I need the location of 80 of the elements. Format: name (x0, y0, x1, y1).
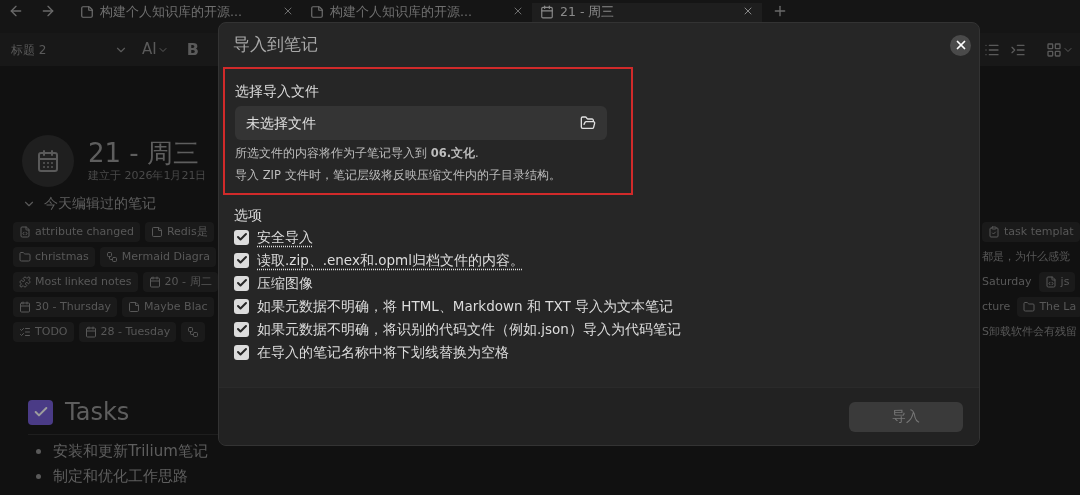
file-label: 选择导入文件 (235, 82, 320, 101)
checkbox[interactable] (234, 275, 249, 291)
note-icon (150, 226, 163, 238)
note-icon (80, 5, 94, 19)
help-text: 所选文件的内容将作为子笔记导入到 06.文化. (235, 145, 480, 162)
check-icon (235, 346, 248, 358)
note-chip[interactable]: Mermaid Diagra (99, 247, 216, 267)
tab[interactable]: 构建个人知识库的开源... (72, 3, 302, 33)
tasks-heading: Tasks (65, 397, 130, 428)
close-tab-icon[interactable] (742, 5, 754, 17)
option-label[interactable]: 如果元数据不明确，将识别的代码文件（例如.json）导入为代码笔记 (257, 318, 681, 340)
heading-dropdown[interactable]: 标题 2 (0, 40, 128, 59)
back-icon[interactable] (8, 3, 24, 19)
calendar-icon (84, 326, 97, 338)
note-chip[interactable]: christmas (13, 247, 95, 267)
diagram-icon (187, 326, 200, 338)
close-tab-icon[interactable] (512, 5, 524, 17)
checkbox[interactable] (234, 298, 249, 314)
folder-icon[interactable] (580, 115, 596, 131)
check-icon (235, 277, 248, 289)
new-tab-icon[interactable] (772, 3, 788, 19)
task-item: 制定和优化工作思路 (53, 466, 188, 488)
note-chip[interactable]: task templat (982, 222, 1080, 242)
checklist-icon (19, 326, 31, 338)
bold-button[interactable]: B (186, 37, 199, 62)
layout-icon[interactable] (1046, 41, 1062, 58)
calendar-icon (540, 5, 554, 19)
file-field[interactable]: 未选择文件 (235, 106, 607, 140)
ai-dropdown[interactable]: AI (142, 38, 169, 61)
note-chip[interactable]: 都是，为什么感觉 (982, 247, 1070, 267)
option-label[interactable]: 压缩图像 (257, 272, 313, 294)
forward-icon[interactable] (40, 3, 56, 19)
check-icon (235, 300, 248, 312)
puzzle-icon (19, 276, 31, 288)
checkbox[interactable] (234, 321, 249, 337)
option-label[interactable]: 安全导入 (257, 226, 313, 248)
note-icon (128, 301, 141, 313)
checkbox[interactable] (234, 344, 249, 360)
option-label[interactable]: 读取.zip、.enex和.opml归档文件的内容。 (257, 249, 524, 271)
tab[interactable]: 构建个人知识库的开源... (302, 3, 532, 33)
note-chip[interactable]: S卸载软件会有残留 (982, 322, 1077, 342)
note-chip[interactable]: 28 - Tuesday (78, 322, 177, 342)
dialog-title: 导入到笔记 (233, 33, 318, 57)
check-icon (235, 254, 248, 266)
checkbox[interactable] (234, 229, 249, 245)
bullet-icon (36, 474, 41, 479)
close-button[interactable] (950, 34, 971, 56)
section-title[interactable]: 今天编辑过的笔记 (44, 193, 156, 214)
folder-icon (1023, 301, 1036, 313)
note-chip[interactable]: Saturday (982, 272, 1032, 292)
note-icon (310, 5, 324, 19)
folder-icon (19, 251, 31, 263)
note-chip[interactable]: 30 - Thursday (13, 297, 118, 317)
note-chip[interactable]: js (1038, 272, 1076, 292)
note-chip[interactable]: cture (982, 297, 1011, 317)
note-chip[interactable]: attribute changed (13, 222, 140, 242)
task-item: 安装和更新Trilium笔记 (53, 441, 208, 463)
check-icon (235, 231, 248, 243)
note-chip[interactable]: TODO (13, 322, 74, 342)
option-label[interactable]: 在导入的笔记名称中将下划线替换为空格 (257, 341, 509, 363)
check-icon (235, 323, 248, 335)
calendar-icon (148, 276, 161, 288)
code-file-icon (19, 226, 31, 238)
checkbox[interactable] (234, 252, 249, 268)
note-chip[interactable]: The La (1017, 297, 1080, 317)
option-label[interactable]: 如果元数据不明确，将 HTML、Markdown 和 TXT 导入为文本笔记 (257, 295, 673, 317)
calendar-icon (36, 149, 60, 173)
note-title: 21 - 周三 (88, 137, 200, 168)
note-chip[interactable] (181, 322, 206, 342)
clipboard-icon (988, 226, 1000, 238)
calendar-icon (19, 301, 31, 313)
diagram-icon (105, 251, 118, 263)
options-label: 选项 (234, 205, 263, 225)
close-tab-icon[interactable] (282, 5, 294, 17)
help-text: 导入 ZIP 文件时，笔记层级将反映压缩文件内的子目录结构。 (235, 167, 562, 185)
bullet-icon (36, 449, 41, 454)
note-chip[interactable]: Maybe Blac (122, 297, 214, 317)
note-chip[interactable]: Redis是 (144, 222, 214, 242)
note-chip[interactable]: Most linked notes (13, 272, 138, 292)
code-file-icon (1044, 276, 1057, 288)
